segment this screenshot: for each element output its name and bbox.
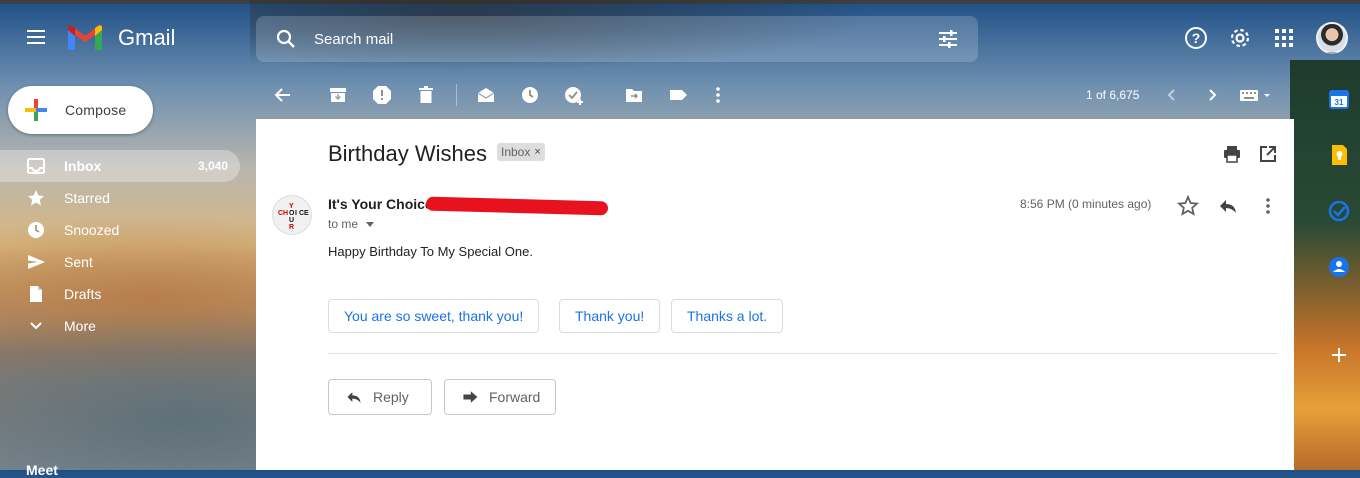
sidebar-item-label: Snoozed [64,222,120,238]
gmail-logo[interactable]: Gmail [66,24,175,52]
reply-icon [347,392,361,403]
smart-reply-button[interactable]: Thanks a lot. [671,299,784,333]
sender-name[interactable]: It's Your Choice [328,196,433,212]
keyboard-icon[interactable] [1238,85,1274,105]
reply-button[interactable]: Reply [328,379,432,415]
email-body: Happy Birthday To My Special One. [328,244,533,259]
forward-icon [463,391,478,403]
calendar-icon[interactable]: 31 [1328,88,1350,110]
svg-text:R: R [289,224,294,231]
sidebar-nav: Inbox 3,040 Starred Snoozed Sent Drafts … [0,150,248,342]
recipient-details[interactable]: to me [328,217,374,231]
forward-label: Forward [489,389,541,405]
move-to-icon[interactable] [624,85,644,105]
sidebar-item-inbox[interactable]: Inbox 3,040 [0,150,240,182]
remove-label-button[interactable]: × [534,146,540,158]
sender-logo: Y CH O I CE U R [278,203,309,231]
sidebar-item-label: More [64,318,96,334]
help-icon[interactable]: ? [1184,26,1208,50]
pagination-label: 1 of 6,675 [1086,88,1140,102]
smart-reply-button[interactable]: Thank you! [559,299,661,333]
more-vert-icon[interactable] [1257,195,1279,217]
archive-icon[interactable] [328,85,348,105]
sidebar-item-label: Inbox [64,158,102,174]
star-icon [28,190,44,206]
star-icon[interactable] [1177,195,1199,217]
sidebar-item-label: Drafts [64,286,102,302]
snooze-icon[interactable] [520,85,540,105]
app-header: Gmail ? [0,0,1360,72]
print-icon[interactable] [1222,144,1242,164]
smart-reply-button[interactable]: You are so sweet, thank you! [328,299,540,333]
sidebar-item-sent[interactable]: Sent [0,246,248,278]
account-avatar[interactable] [1316,22,1348,54]
inbox-label-chip: Inbox × [497,143,545,161]
app-name: Gmail [118,25,176,50]
search-icon[interactable] [274,27,298,51]
compose-plus-icon [25,99,47,121]
open-new-window-icon[interactable] [1258,144,1278,164]
addon-side-panel: 31 [1310,72,1360,470]
svg-text:I: I [295,210,297,217]
svg-text:CH: CH [278,210,288,217]
label-icon[interactable] [668,85,688,105]
inbox-icon [27,158,45,174]
clock-icon [28,222,44,238]
sidebar-item-snoozed[interactable]: Snoozed [0,214,248,246]
compose-label: Compose [65,102,127,118]
forward-button[interactable]: Forward [444,379,556,415]
reply-label: Reply [373,389,409,405]
divider [328,353,1278,354]
sidebar-item-more[interactable]: More [0,310,248,342]
sender-avatar: Y CH O I CE U R [272,195,312,235]
mark-unread-icon[interactable] [476,85,496,105]
main-menu-button[interactable] [22,26,50,54]
sidebar-item-drafts[interactable]: Drafts [0,278,248,310]
reply-icon[interactable] [1217,195,1239,217]
svg-text:?: ? [1192,30,1201,46]
send-icon [28,255,45,269]
gmail-logo-icon [68,25,102,50]
more-vert-icon[interactable] [708,85,728,105]
apps-icon[interactable] [1272,26,1296,50]
add-task-icon[interactable] [564,85,584,105]
report-spam-icon[interactable] [372,85,392,105]
add-icon[interactable] [1328,344,1350,366]
email-view: Birthday Wishes Inbox × Y CH O I CE U R … [256,119,1294,470]
meet-section-label: Meet [26,462,58,478]
toolbar-separator [456,84,457,106]
settings-icon[interactable] [1228,26,1252,50]
search-bar[interactable] [256,16,978,62]
back-icon[interactable] [273,85,293,105]
keep-icon[interactable] [1328,144,1350,166]
svg-text:CE: CE [299,210,309,217]
tasks-icon[interactable] [1328,200,1350,222]
label-chip-text: Inbox [501,145,531,159]
sidebar-item-starred[interactable]: Starred [0,182,248,214]
inbox-unread-count: 3,040 [197,159,228,173]
delete-icon[interactable] [416,85,436,105]
tune-icon[interactable] [936,27,960,51]
newer-icon[interactable] [1162,85,1182,105]
draft-icon [30,286,42,302]
redaction-mark [425,196,609,216]
sidebar-item-label: Starred [64,190,110,206]
search-input[interactable] [312,29,916,49]
chevron-down-icon [30,322,42,330]
older-icon[interactable] [1202,85,1222,105]
svg-text:31: 31 [1335,98,1344,107]
svg-text:Y: Y [289,203,294,210]
email-subject: Birthday Wishes [328,141,487,166]
contacts-icon[interactable] [1328,256,1350,278]
compose-button[interactable]: Compose [8,86,153,134]
sidebar-item-label: Sent [64,254,93,270]
svg-text:U: U [289,217,294,224]
email-timestamp: 8:56 PM (0 minutes ago) [1020,197,1152,211]
